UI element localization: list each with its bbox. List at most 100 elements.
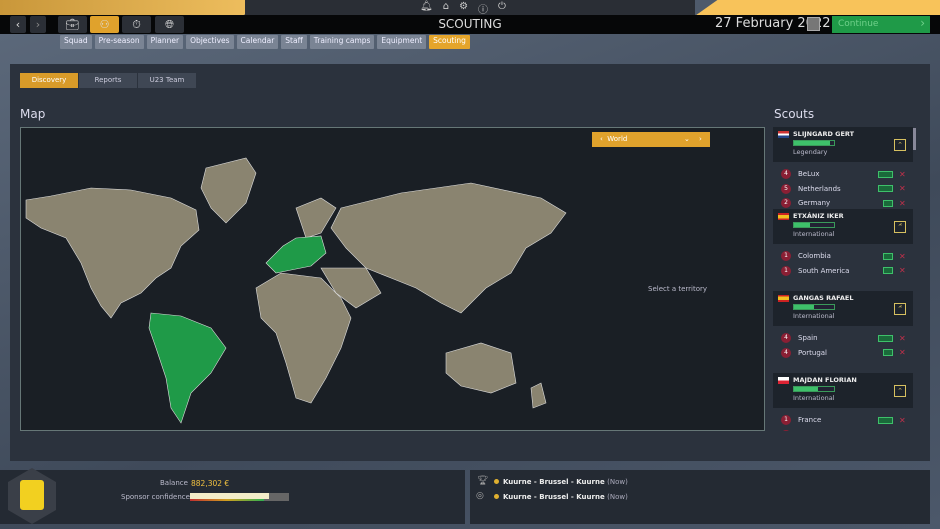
- top-banner-left: [0, 0, 265, 15]
- tabs: Discovery Reports U23 Team: [20, 73, 196, 88]
- region-count: 4: [781, 347, 791, 358]
- back-button[interactable]: ‹: [10, 16, 26, 33]
- scout-level: International: [793, 312, 835, 320]
- region-row[interactable]: 4 Spain ✕: [777, 331, 909, 346]
- chevron-left-icon[interactable]: ‹: [600, 135, 603, 143]
- scout-card[interactable]: ETXÁNIZ IKER International ⌃̂: [773, 209, 913, 244]
- region-name: Portugal: [798, 348, 827, 357]
- gear-icon[interactable]: ⚙: [459, 1, 468, 16]
- page-title: SCOUTING: [438, 17, 502, 31]
- world-map[interactable]: [20, 127, 765, 431]
- scout-level: Legendary: [793, 148, 828, 156]
- remove-icon[interactable]: ✕: [899, 252, 909, 261]
- upgrade-icon[interactable]: ⌃̂: [894, 303, 906, 315]
- race-icon: ◎: [476, 491, 484, 501]
- region-name: Colombia: [798, 252, 831, 261]
- remove-icon[interactable]: ✕: [899, 430, 909, 431]
- submenu-equipment[interactable]: Equipment: [377, 35, 427, 49]
- calendar-icon[interactable]: [807, 17, 820, 31]
- remove-icon[interactable]: ✕: [899, 348, 909, 357]
- remove-icon[interactable]: ✕: [899, 170, 909, 179]
- chevron-right-icon: ›: [920, 16, 925, 30]
- remove-icon[interactable]: ✕: [899, 184, 909, 193]
- submenu-training-camps[interactable]: Training camps: [309, 35, 375, 49]
- bell-icon[interactable]: 🔔︎: [420, 1, 433, 16]
- upgrade-icon[interactable]: ⌃: [894, 139, 906, 151]
- world-map-svg: [25, 157, 567, 424]
- race-entry[interactable]: Kuurne - Brussel - Kuurne (Now): [494, 493, 628, 501]
- sponsor-confidence-bar: [190, 493, 289, 501]
- submenu-scouting[interactable]: Scouting: [429, 35, 470, 49]
- region-count: 2: [781, 198, 791, 209]
- submenu-planner[interactable]: Planner: [146, 35, 184, 49]
- tab-discovery[interactable]: Discovery: [20, 73, 78, 88]
- region-row[interactable]: 4 Portugal ✕: [777, 346, 909, 361]
- scout-name: MAJDAN FLORIAN: [793, 376, 857, 384]
- submenu-pre-season[interactable]: Pre-season: [94, 35, 144, 49]
- region-quality: [883, 252, 893, 260]
- scout-regions: 1France✕1Central Europe✕: [773, 410, 913, 431]
- chevron-right-icon[interactable]: ›: [699, 132, 702, 147]
- region-row[interactable]: 1 South America ✕: [777, 264, 909, 279]
- region-quality: [883, 267, 893, 275]
- region-count: 1: [781, 265, 791, 276]
- region-name: France: [798, 416, 822, 425]
- power-icon[interactable]: ⏻: [498, 1, 506, 16]
- region-row[interactable]: 1Central Europe✕: [777, 428, 909, 431]
- race-entry[interactable]: Kuurne - Brussel - Kuurne (Now): [494, 478, 628, 486]
- region-name: BeLux: [798, 170, 820, 179]
- submenu-squad[interactable]: Squad: [60, 35, 92, 49]
- remove-icon[interactable]: ✕: [899, 199, 909, 208]
- top-icons: 🔔︎ ⌂ ⚙ ⓘ ⏻: [420, 1, 506, 16]
- sponsor-label: Sponsor confidence: [121, 493, 190, 501]
- region-row[interactable]: 4 BeLux ✕: [777, 167, 909, 182]
- region-name: Germany: [798, 199, 831, 208]
- scout-card[interactable]: SLIJNGARD GERT Legendary ⌃: [773, 127, 913, 162]
- info-icon[interactable]: ⓘ: [478, 1, 488, 16]
- scout-regions: 4 BeLux ✕ 5 Netherlands ✕ 2 Germany ✕: [773, 164, 913, 209]
- submenu: Squad Pre-season Planner Objectives Cale…: [60, 35, 470, 49]
- race-when: (Now): [607, 478, 628, 486]
- region-row[interactable]: 1 Colombia ✕: [777, 249, 909, 264]
- region-count: 1: [781, 251, 791, 262]
- scout-card[interactable]: GANGAS RAFAEL International ⌃̂: [773, 291, 913, 326]
- remove-icon[interactable]: ✕: [899, 334, 909, 343]
- scrollbar[interactable]: [913, 128, 916, 150]
- scout-regions: 4 Spain ✕ 4 Portugal ✕: [773, 328, 913, 371]
- tab-reports[interactable]: Reports: [79, 73, 137, 88]
- race-name: Kuurne - Brussel - Kuurne: [503, 478, 605, 486]
- upgrade-icon[interactable]: ⌃: [894, 385, 906, 397]
- scout-name: GANGAS RAFAEL: [793, 294, 854, 302]
- region-quality: [878, 416, 893, 424]
- flag-spain-icon: [778, 295, 789, 302]
- territory-scandinavia: [295, 197, 337, 239]
- continue-button[interactable]: Continue ›: [832, 16, 930, 33]
- submenu-staff[interactable]: Staff: [281, 35, 307, 49]
- globe-icon[interactable]: 🌐︎: [155, 16, 184, 33]
- scout-level: International: [793, 394, 835, 402]
- map-hint: Select a territory: [648, 285, 708, 293]
- chevron-down-icon[interactable]: ⌄: [684, 132, 690, 147]
- region-row[interactable]: 1 France ✕: [777, 413, 909, 428]
- briefcase-icon[interactable]: 💼︎: [58, 16, 87, 33]
- submenu-objectives[interactable]: Objectives: [186, 35, 234, 49]
- continue-label: Continue: [838, 19, 879, 29]
- tab-u23-team[interactable]: U23 Team: [138, 73, 196, 88]
- team-icon[interactable]: ⚇: [90, 16, 119, 33]
- scout-name: ETXÁNIZ IKER: [793, 212, 844, 220]
- submenu-calendar[interactable]: Calendar: [236, 35, 279, 49]
- home-icon[interactable]: ⌂: [443, 1, 449, 16]
- region-select[interactable]: ‹ World ⌄ ›: [592, 132, 710, 147]
- remove-icon[interactable]: ✕: [899, 416, 909, 425]
- scout-card[interactable]: MAJDAN FLORIAN International ⌃: [773, 373, 913, 408]
- map-heading: Map: [20, 107, 46, 121]
- region-quality: [878, 185, 893, 193]
- stopwatch-icon[interactable]: ⏱︎: [122, 16, 151, 33]
- race-name: Kuurne - Brussel - Kuurne: [503, 493, 605, 501]
- region-row[interactable]: 5 Netherlands ✕: [777, 182, 909, 197]
- remove-icon[interactable]: ✕: [899, 266, 909, 275]
- territory-greenland: [200, 157, 257, 224]
- upgrade-icon[interactable]: ⌃̂: [894, 221, 906, 233]
- forward-button[interactable]: ›: [30, 16, 46, 33]
- top-banner-right: [696, 0, 940, 15]
